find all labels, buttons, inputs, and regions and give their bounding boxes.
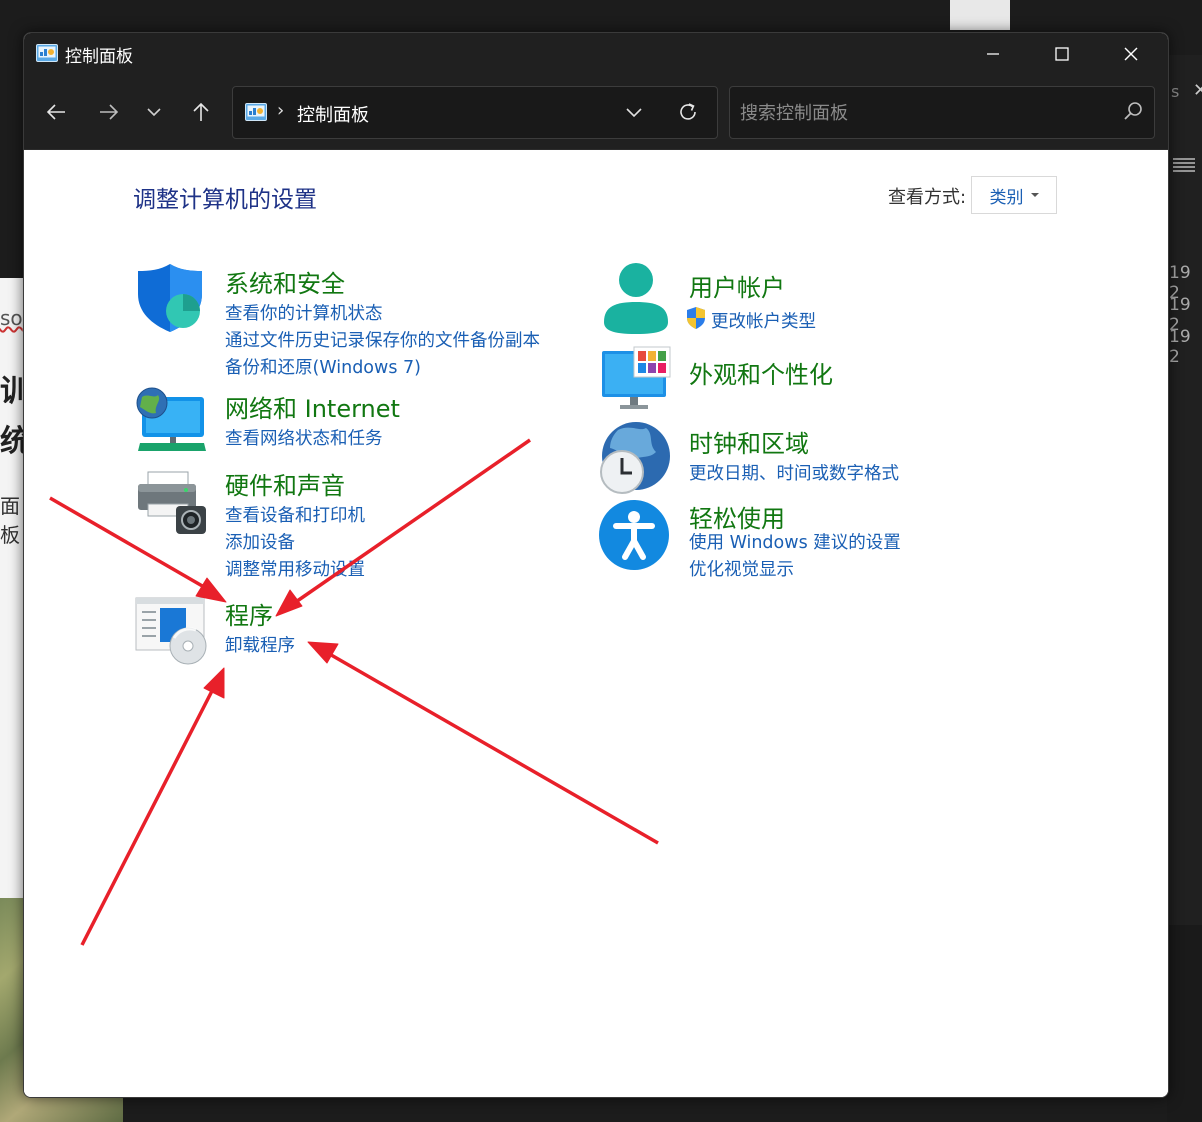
- minimize-icon: [987, 53, 999, 55]
- search-box[interactable]: [729, 86, 1155, 139]
- page-title: 调整计算机的设置: [133, 187, 317, 213]
- category-title[interactable]: 硬件和声音: [225, 466, 345, 501]
- control-panel-window: 控制面板 › 控制面板 搜索控制面板 调整计算机的设置 查看方式: 类别 系统和…: [23, 32, 1169, 1098]
- close-button[interactable]: [1096, 33, 1166, 75]
- background-window: s ✕ 19 2 19 2 19 2: [1167, 55, 1202, 925]
- category-title[interactable]: 用户帐户: [689, 268, 785, 303]
- refresh-button[interactable]: [671, 97, 705, 127]
- maximize-icon: [1055, 47, 1069, 61]
- maximize-button[interactable]: [1027, 33, 1097, 75]
- arrow-left-icon: [46, 104, 65, 120]
- breadcrumb-control-panel[interactable]: 控制面板: [297, 101, 369, 127]
- address-dropdown-button[interactable]: [619, 97, 649, 127]
- background-fragment: so: [0, 306, 23, 330]
- category-link[interactable]: 查看设备和打印机: [225, 502, 365, 527]
- list-view-icon: [1173, 158, 1195, 172]
- network-icon: [136, 387, 206, 451]
- minimize-button[interactable]: [958, 33, 1028, 75]
- category-title[interactable]: 外观和个性化: [689, 355, 833, 390]
- category-title[interactable]: 程序: [225, 596, 273, 631]
- printer-icon: [138, 471, 206, 534]
- view-by-label: 查看方式:: [888, 187, 967, 208]
- category-title[interactable]: 网络和 Internet: [225, 389, 400, 424]
- category-link[interactable]: 备份和还原(Windows 7): [225, 354, 421, 379]
- breadcrumb-separator: ›: [277, 100, 285, 121]
- content-area: 调整计算机的设置 查看方式: 类别 系统和安全 查看你的计算机状态 通过文件历史…: [24, 150, 1168, 1097]
- uac-shield-icon: [687, 307, 705, 329]
- control-panel-icon: [36, 44, 58, 62]
- chevron-down-icon: [147, 108, 161, 117]
- category-link[interactable]: 更改日期、时间或数字格式: [689, 460, 899, 485]
- category-link[interactable]: 优化视觉显示: [689, 556, 794, 581]
- search-icon[interactable]: [1123, 100, 1145, 122]
- control-panel-icon: [245, 103, 267, 121]
- navigation-bar: › 控制面板: [24, 75, 1168, 150]
- close-icon: [1124, 47, 1138, 61]
- chevron-down-icon: [626, 108, 642, 118]
- background-window: [1167, 925, 1202, 1122]
- background-text: 19 2: [1169, 327, 1191, 367]
- category-link[interactable]: 查看你的计算机状态: [225, 300, 383, 325]
- address-bar[interactable]: › 控制面板: [232, 86, 718, 139]
- category-link[interactable]: 更改帐户类型: [711, 308, 816, 333]
- accessibility-icon: [599, 500, 669, 570]
- view-by-dropdown[interactable]: 类别: [971, 176, 1057, 214]
- recent-locations-button[interactable]: [132, 75, 176, 149]
- category-title[interactable]: 系统和安全: [225, 264, 345, 299]
- monitor-icon: [602, 346, 671, 409]
- arrow-right-icon: [100, 104, 119, 120]
- window-title: 控制面板: [65, 47, 133, 67]
- forward-button[interactable]: [87, 75, 131, 149]
- category-title[interactable]: 时钟和区域: [689, 424, 809, 459]
- refresh-icon: [680, 103, 696, 120]
- category-link[interactable]: 使用 Windows 建议的设置: [689, 529, 901, 554]
- title-bar[interactable]: 控制面板: [24, 33, 1168, 75]
- view-by-value: 类别: [989, 187, 1024, 208]
- programs-icon: [135, 597, 207, 665]
- user-icon: [604, 263, 668, 334]
- shield-icon: [138, 264, 202, 332]
- category-link[interactable]: 调整常用移动设置: [225, 556, 365, 581]
- clock-globe-icon: [600, 422, 670, 494]
- category-link[interactable]: 添加设备: [225, 529, 295, 554]
- up-button[interactable]: [179, 75, 223, 149]
- background-window-tab: [950, 0, 1010, 30]
- arrow-up-icon: [193, 102, 209, 121]
- category-link[interactable]: 卸载程序: [225, 632, 295, 657]
- caret-down-icon: [1030, 193, 1039, 197]
- category-link[interactable]: 查看网络状态和任务: [225, 425, 383, 450]
- back-button[interactable]: [34, 75, 78, 149]
- search-input[interactable]: [738, 99, 1112, 127]
- category-link[interactable]: 通过文件历史记录保存你的文件备份副本: [225, 327, 540, 352]
